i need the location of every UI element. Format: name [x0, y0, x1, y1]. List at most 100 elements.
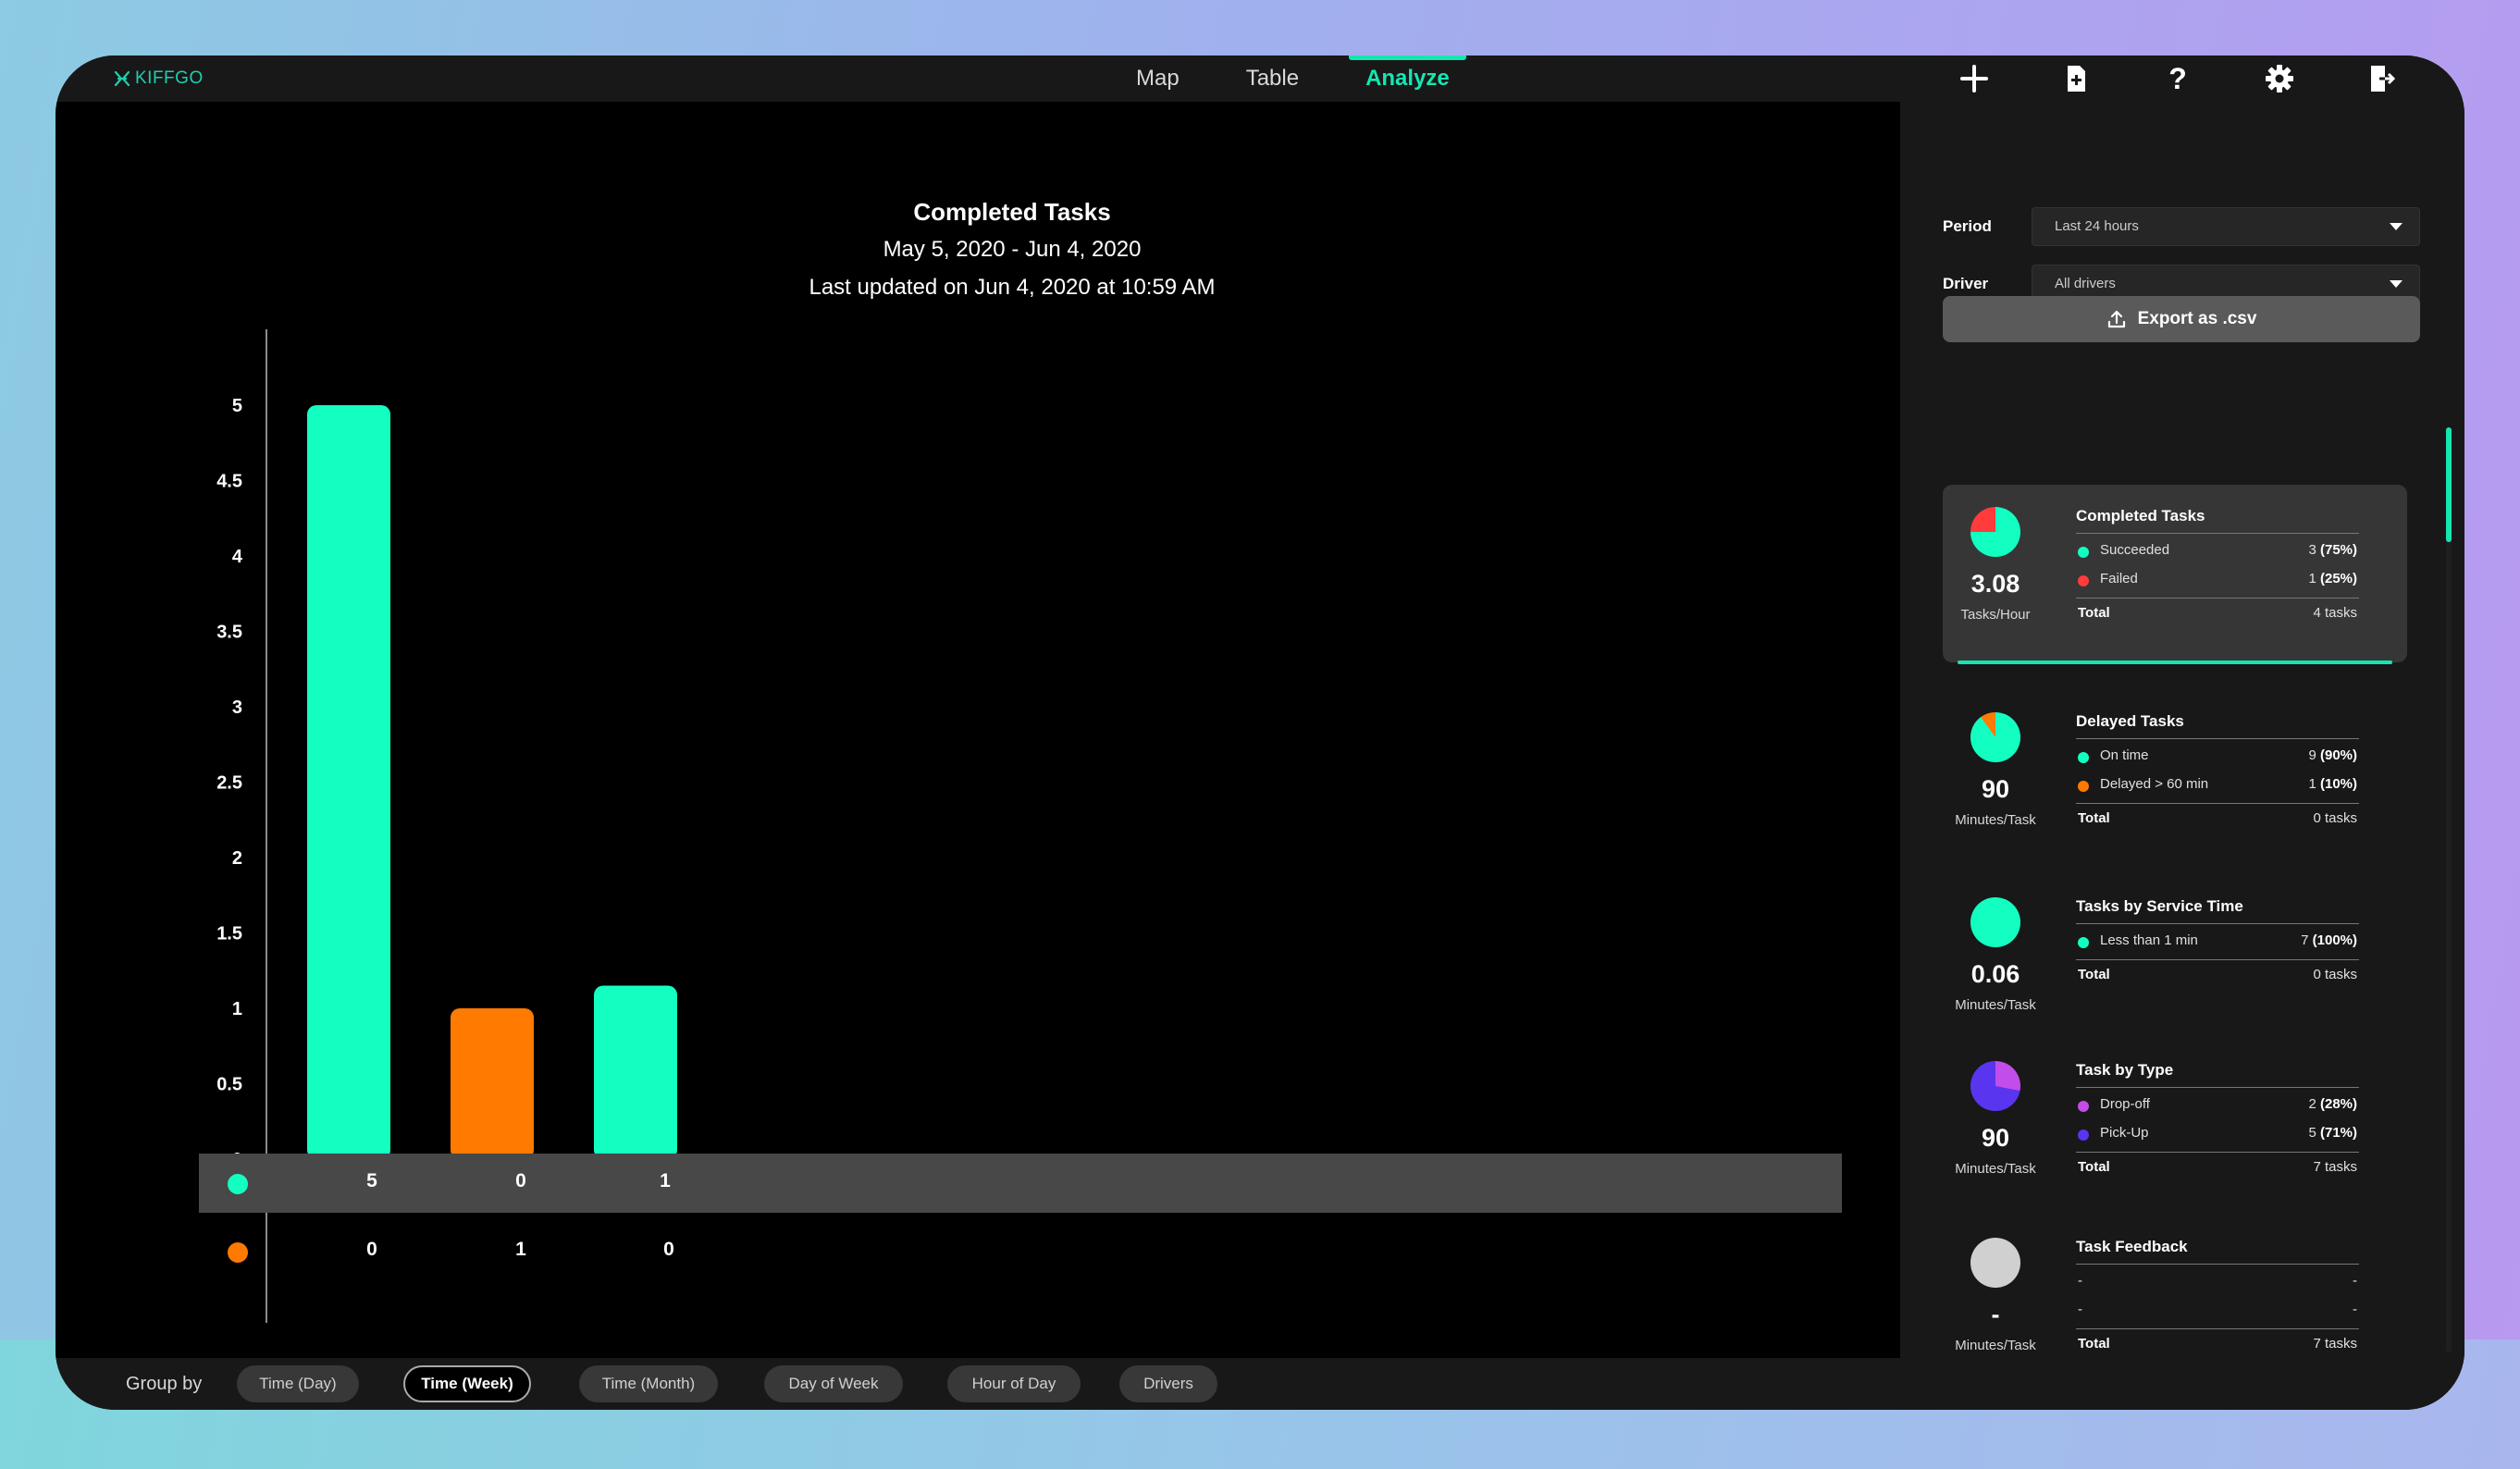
card-total-label: Total — [2078, 1159, 2110, 1175]
table-cell: 1 — [515, 1239, 526, 1260]
chart-panel: 00.511.522.533.544.55May 5May 8May 28 Co… — [56, 102, 1900, 1360]
group-by-time-month[interactable]: Time (Month) — [579, 1365, 718, 1402]
divider — [2076, 738, 2359, 739]
divider — [2076, 1264, 2359, 1265]
card-legend-row: Delayed > 60 min 1 (10%) — [2076, 776, 2359, 795]
card-service-time[interactable]: 0.06 Minutes/Task Tasks by Service Time Les… — [1943, 879, 2407, 1055]
period-select-value: Last 24 hours — [2055, 218, 2139, 234]
scrollbar-thumb[interactable] — [2446, 427, 2452, 542]
export-csv-button[interactable]: Export as .csv — [1943, 296, 2420, 342]
card-metric-unit: Minutes/Task — [1955, 812, 2036, 828]
card-row-count: 7 — [2301, 932, 2309, 948]
y-tick-label: 3.5 — [216, 623, 242, 643]
card-row-label: Delayed > 60 min — [2100, 776, 2209, 792]
group-by-time-week[interactable]: Time (Week) — [403, 1365, 531, 1402]
logo[interactable]: KIFFGO — [113, 68, 204, 89]
plus-icon[interactable] — [1959, 64, 1989, 93]
series-dot — [228, 1174, 248, 1194]
kiffgo-logo-icon — [114, 70, 130, 87]
card-total-label: Total — [2078, 1336, 2110, 1352]
y-tick-label: 4 — [232, 547, 243, 567]
card-row-label: - — [2078, 1273, 2082, 1289]
table-cell: 0 — [366, 1239, 377, 1260]
pie-chart-icon — [1970, 897, 2020, 947]
period-select[interactable]: Last 24 hours — [2032, 207, 2420, 246]
group-by-hour-of-day[interactable]: Hour of Day — [947, 1365, 1081, 1402]
tab-analyze[interactable]: Analyze — [1332, 56, 1483, 102]
card-row-percent: (90%) — [2319, 747, 2357, 763]
y-tick-label: 0.5 — [216, 1075, 242, 1095]
card-task-type[interactable]: 90 Minutes/Task Task by Type Drop-off 2 (28%… — [1943, 1043, 2407, 1218]
app-window: KIFFGO Map Table Analyze ? 0.5 1 1.5 2 2… — [56, 56, 2464, 1410]
y-tick-label: 3 — [232, 697, 242, 718]
card-metric-value: - — [1991, 1301, 2000, 1328]
table-cell: 0 — [663, 1239, 674, 1260]
card-row-percent: (75%) — [2319, 542, 2357, 558]
card-metric-unit: Minutes/Task — [1955, 1338, 2036, 1353]
logout-icon[interactable] — [2366, 64, 2396, 93]
chevron-down-icon — [2390, 280, 2403, 288]
card-row-count: 1 — [2308, 776, 2316, 792]
table-cell: 1 — [660, 1170, 671, 1191]
card-metric-unit: Minutes/Task — [1955, 1161, 2036, 1177]
series-dot — [228, 1242, 248, 1263]
card-row-value: 7 (100%) — [2301, 932, 2357, 948]
card-row-value: - — [2353, 1273, 2357, 1289]
group-by-bar: Group by Time (Day) Time (Week) Time (Mo… — [56, 1358, 1900, 1410]
card-total-value: 4 tasks — [2313, 605, 2357, 621]
card-legend-row: Succeeded 3 (75%) — [2076, 542, 2359, 561]
bar[interactable] — [451, 1008, 534, 1159]
card-row-percent: (100%) — [2312, 932, 2357, 948]
help-icon[interactable]: ? — [2163, 62, 2193, 95]
card-title: Task by Type — [2076, 1061, 2174, 1079]
card-legend-row: -- — [2076, 1273, 2359, 1291]
card-row-label: Drop-off — [2100, 1096, 2150, 1112]
card-metric-unit: Minutes/Task — [1955, 997, 2036, 1013]
main-nav: Map Table Analyze — [1103, 56, 1483, 102]
card-row-percent: (10%) — [2319, 776, 2357, 792]
logo-text: KIFFGO — [135, 68, 204, 88]
gear-icon[interactable] — [2265, 64, 2294, 93]
tab-table[interactable]: Table — [1213, 56, 1332, 102]
legend-dot — [2078, 781, 2089, 792]
card-row-percent: (71%) — [2319, 1125, 2357, 1141]
card-title: Tasks by Service Time — [2076, 897, 2243, 915]
card-row-value: 1 (10%) — [2308, 776, 2357, 792]
scrollbar-track[interactable] — [2446, 427, 2452, 1352]
legend-dot — [2078, 937, 2089, 948]
card-row-value: 3 (75%) — [2308, 542, 2357, 558]
group-by-time-day[interactable]: Time (Day) — [237, 1365, 359, 1402]
group-by-drivers[interactable]: Drivers — [1119, 1365, 1217, 1402]
card-row-value: - — [2353, 1302, 2357, 1317]
card-title: Delayed Tasks — [2076, 712, 2184, 730]
y-tick-label: 5 — [232, 396, 242, 416]
bar[interactable] — [594, 985, 677, 1159]
card-row-label: Succeeded — [2100, 542, 2170, 558]
card-row-label: On time — [2100, 747, 2149, 763]
toolbar: ? — [1887, 56, 2396, 102]
bar[interactable] — [307, 405, 390, 1159]
card-legend-row: Failed 1 (25%) — [2076, 571, 2359, 589]
card-metric-value: 3.08 — [1970, 570, 2020, 598]
card-row-count: 9 — [2308, 747, 2316, 763]
driver-label: Driver — [1943, 275, 1989, 292]
card-total-label: Total — [2078, 810, 2110, 826]
tab-map[interactable]: Map — [1103, 56, 1213, 102]
card-delayed-tasks[interactable]: 90 Minutes/Task Delayed Tasks On time 9 (90%… — [1943, 694, 2407, 870]
group-by-day-of-week[interactable]: Day of Week — [764, 1365, 903, 1402]
legend-dot — [2078, 1101, 2089, 1112]
legend-dot — [2078, 575, 2089, 586]
add-document-icon[interactable] — [2061, 64, 2091, 93]
chevron-down-icon — [2390, 223, 2403, 230]
card-metric-value: 90 — [1981, 1124, 2010, 1152]
card-total-value: 0 tasks — [2313, 810, 2357, 826]
table-cell: 0 — [515, 1170, 526, 1191]
card-row-value: 1 (25%) — [2308, 571, 2357, 586]
upload-icon — [2107, 310, 2125, 328]
card-task-feedback[interactable]: - Minutes/Task Task Feedback - - - - Total 7 tas… — [1943, 1219, 2407, 1395]
card-completed-tasks[interactable]: 3.08 Tasks/Hour Completed Tasks Succeeded 3 … — [1943, 485, 2407, 664]
divider — [2076, 1152, 2359, 1153]
table-cell: 5 — [366, 1170, 377, 1191]
card-row-count: - — [2353, 1273, 2357, 1289]
card-metric-value: 90 — [1981, 775, 2010, 803]
